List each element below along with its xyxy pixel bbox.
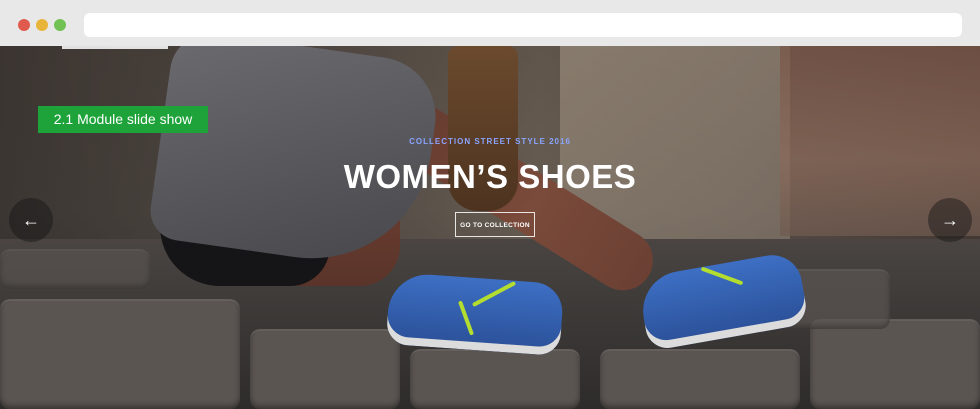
- cobblestone: [410, 349, 580, 409]
- browser-window: 2.1 Module slide show COLLECTION STREET …: [0, 0, 980, 409]
- arrow-left-icon: ←: [22, 210, 40, 230]
- cobblestone: [0, 299, 240, 409]
- arrow-right-icon: →: [941, 210, 959, 230]
- cobblestone: [250, 329, 400, 409]
- maximize-window-button[interactable]: [54, 19, 66, 31]
- close-window-button[interactable]: [18, 19, 30, 31]
- slide-eyebrow: COLLECTION STREET STYLE 2016: [409, 137, 571, 146]
- prev-slide-button[interactable]: ←: [9, 198, 53, 242]
- next-slide-button[interactable]: →: [928, 198, 972, 242]
- running-shoe-left: [385, 272, 565, 356]
- cobblestone: [0, 249, 150, 289]
- cobblestone: [600, 349, 800, 409]
- browser-chrome: [0, 0, 980, 46]
- annotation-label: 2.1 Module slide show: [38, 106, 208, 133]
- go-to-collection-button[interactable]: GO TO COLLECTION: [455, 212, 535, 237]
- cobblestone: [810, 319, 980, 409]
- site-logo[interactable]: [62, 46, 168, 49]
- minimize-window-button[interactable]: [36, 19, 48, 31]
- slide-title: WOMEN’S SHOES: [343, 158, 637, 195]
- address-bar[interactable]: [84, 13, 962, 37]
